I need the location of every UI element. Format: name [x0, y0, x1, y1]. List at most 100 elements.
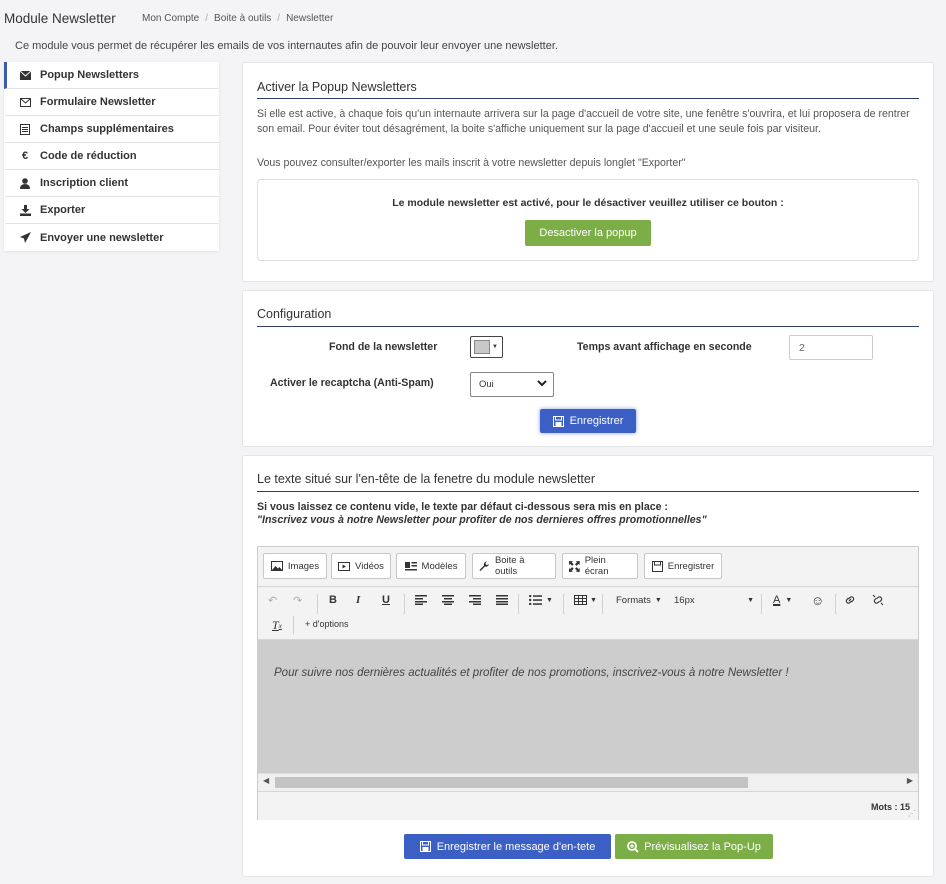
- breadcrumb-item-newsletter: Newsletter: [286, 13, 334, 24]
- editor-toolbar-top: Images Vidéos Modèles Boite à outils Ple…: [258, 547, 918, 587]
- user-icon: [18, 177, 32, 189]
- status-box: Le module newsletter est activé, pour le…: [257, 179, 919, 261]
- align-center-icon[interactable]: [442, 595, 454, 605]
- search-icon: [627, 840, 639, 853]
- expand-icon: [569, 560, 580, 572]
- recaptcha-label: Activer le recaptcha (Anti-Spam): [270, 377, 434, 389]
- scroll-right-icon[interactable]: ▶: [907, 776, 913, 785]
- templates-button[interactable]: Modèles: [396, 553, 466, 579]
- envelope-outline-icon: [18, 97, 32, 107]
- caret-down-icon: ▼: [654, 597, 662, 604]
- chevron-down-icon: [537, 379, 547, 390]
- italic-icon[interactable]: I: [356, 594, 360, 606]
- background-color-picker[interactable]: ▼: [470, 336, 503, 358]
- videos-button[interactable]: Vidéos: [331, 553, 391, 579]
- font-size-dropdown[interactable]: 16px ▼: [674, 595, 754, 606]
- toolbar-separator: [563, 594, 564, 614]
- bullet-list-icon[interactable]: ▼: [529, 595, 553, 605]
- preview-popup-button[interactable]: Prévisualisez la Pop-Up: [615, 834, 773, 859]
- clear-formatting-icon[interactable]: Tx: [272, 618, 282, 633]
- intro-text: Ce module vous permet de récupérer les e…: [15, 40, 558, 52]
- undo-icon[interactable]: ↶: [268, 594, 277, 607]
- unlink-icon[interactable]: [872, 594, 884, 606]
- save-header-message-button[interactable]: Enregistrer le message d'en-tete: [404, 834, 611, 859]
- toolbar-separator: [761, 594, 762, 614]
- list-icon: [18, 123, 32, 135]
- paper-plane-icon: [18, 232, 32, 243]
- toolbar-separator: [317, 594, 318, 614]
- floppy-disk-icon: [552, 415, 564, 427]
- editor-content-area[interactable]: Pour suivre nos dernières actualités et …: [258, 640, 918, 773]
- fullscreen-button[interactable]: Plein écran: [562, 553, 638, 579]
- sidebar-item-formulaire-newsletter[interactable]: Formulaire Newsletter: [4, 89, 219, 116]
- sidebar: Popup Newsletters Formulaire Newsletter …: [4, 62, 219, 251]
- breadcrumb-item-account[interactable]: Mon Compte: [142, 13, 199, 24]
- sidebar-item-code-reduction[interactable]: € Code de réduction: [4, 143, 219, 170]
- font-size-value: 16px: [674, 595, 695, 606]
- breadcrumb-item-toolbox[interactable]: Boite à outils: [214, 13, 271, 24]
- panel-title: Configuration: [257, 307, 332, 321]
- recaptcha-selected-value: Oui: [479, 379, 494, 390]
- export-note: Vous pouvez consulter/exporter les mails…: [257, 157, 686, 169]
- sidebar-item-label: Formulaire Newsletter: [40, 96, 156, 108]
- floppy-disk-icon: [651, 560, 663, 572]
- sidebar-item-label: Champs supplémentaires: [40, 123, 174, 135]
- wrench-icon: [479, 561, 489, 571]
- formats-dropdown[interactable]: Formats ▼: [616, 595, 662, 606]
- scrollbar-thumb[interactable]: [275, 777, 748, 788]
- sidebar-item-champs-supplementaires[interactable]: Champs supplémentaires: [4, 116, 219, 143]
- popup-panel: Activer la Popup Newsletters Si elle est…: [242, 62, 934, 282]
- sidebar-item-exporter[interactable]: Exporter: [4, 197, 219, 224]
- align-left-icon[interactable]: [415, 595, 427, 605]
- panel-title: Le texte situé sur l'en-tête de la fenet…: [257, 472, 596, 486]
- editor-content: Pour suivre nos dernières actualités et …: [274, 667, 789, 679]
- deactivate-popup-button[interactable]: Desactiver la popup: [525, 220, 651, 246]
- panel-divider: [257, 491, 919, 492]
- recaptcha-select[interactable]: Oui: [470, 372, 554, 397]
- word-count: Mots : 15: [870, 802, 910, 812]
- bold-icon[interactable]: B: [329, 594, 337, 606]
- sidebar-item-popup-newsletters[interactable]: Popup Newsletters: [4, 62, 219, 89]
- image-icon: [270, 561, 283, 571]
- link-icon[interactable]: [844, 594, 856, 606]
- rich-text-editor: Images Vidéos Modèles Boite à outils Ple…: [257, 546, 919, 820]
- editor-statusbar: Mots : 15 ⋰: [258, 791, 918, 820]
- align-justify-icon[interactable]: [496, 595, 508, 605]
- panel-title: Activer la Popup Newsletters: [257, 80, 417, 94]
- video-icon: [338, 561, 351, 571]
- status-text: Le module newsletter est activé, pour le…: [392, 197, 784, 209]
- download-icon: [18, 204, 32, 216]
- underline-icon[interactable]: U: [382, 594, 390, 606]
- emoji-icon[interactable]: ☺: [811, 593, 824, 608]
- background-label: Fond de la newsletter: [329, 341, 438, 353]
- delay-label: Temps avant affichage en seconde: [577, 341, 752, 353]
- table-icon[interactable]: ▼: [574, 595, 597, 605]
- euro-icon: €: [21, 150, 29, 162]
- toolbar-separator: [518, 594, 519, 614]
- templates-label: Modèles: [421, 560, 458, 572]
- resize-handle-icon[interactable]: ⋰: [908, 809, 916, 818]
- save-config-button[interactable]: Enregistrer: [540, 409, 636, 433]
- caret-down-icon: ▼: [492, 344, 498, 350]
- toolbox-button[interactable]: Boite à outils: [472, 553, 556, 579]
- videos-label: Vidéos: [355, 560, 384, 572]
- preview-popup-label: Prévisualisez la Pop-Up: [644, 840, 761, 853]
- images-button[interactable]: Images: [263, 553, 327, 579]
- popup-description: Si elle est active, à chaque fois qu'un …: [257, 108, 910, 135]
- delay-input[interactable]: [789, 335, 873, 360]
- toolbar-separator: [404, 594, 405, 614]
- redo-icon[interactable]: ↷: [293, 594, 302, 607]
- color-swatch: [474, 340, 490, 354]
- sidebar-item-inscription-client[interactable]: Inscription client: [4, 170, 219, 197]
- editor-save-button[interactable]: Enregistrer: [644, 553, 722, 579]
- floppy-disk-icon: [419, 841, 431, 852]
- text-color-icon[interactable]: A ▼: [773, 594, 792, 606]
- horizontal-scrollbar[interactable]: ◀ ▶: [258, 773, 918, 790]
- align-right-icon[interactable]: [469, 595, 481, 605]
- toolbox-label: Boite à outils: [494, 555, 525, 577]
- fullscreen-label: Plein écran: [584, 555, 609, 577]
- scroll-left-icon[interactable]: ◀: [263, 776, 269, 785]
- sidebar-item-envoyer-newsletter[interactable]: Envoyer une newsletter: [4, 224, 219, 251]
- editor-save-label: Enregistrer: [667, 560, 715, 572]
- more-options-button[interactable]: + d'options: [305, 619, 349, 629]
